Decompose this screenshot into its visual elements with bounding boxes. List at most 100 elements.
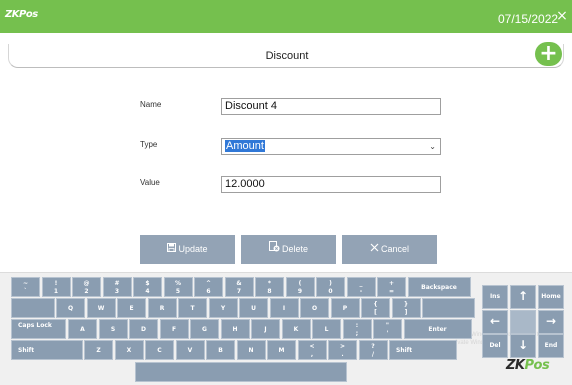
key-a[interactable]: A [68,319,97,339]
key-label: ; [355,330,359,337]
key--[interactable]: _ - [346,277,376,297]
key-0[interactable]: ) 0 [316,277,345,297]
key-j[interactable]: J [251,319,280,339]
key-shift-label: * [267,280,272,287]
key-label: J [264,326,267,333]
down-key[interactable]: ↓ [510,334,536,358]
key-punct-2[interactable]: <, [297,340,327,360]
key-e[interactable]: E [117,298,146,318]
ins-key[interactable]: Ins [482,285,508,309]
key-2[interactable]: @2 [72,277,101,297]
close-icon[interactable]: × [555,8,569,24]
key-i[interactable]: I [269,298,299,318]
key-label: 8 [267,288,272,295]
key-w[interactable]: W [86,298,116,318]
key-label: S [110,326,116,333]
key-f[interactable]: F [159,319,189,339]
key-punct-1[interactable]: " ' [373,319,402,339]
tab-key[interactable] [11,298,55,318]
key-shift-label: { [373,301,378,308]
key-6[interactable]: ^ 6 [194,277,223,297]
key-d[interactable]: D [129,319,158,339]
key-h[interactable]: H [220,319,250,339]
backslash-key[interactable] [422,298,475,318]
key-`[interactable]: ~ ` [11,277,40,297]
key-q[interactable]: Q [56,298,85,318]
key-9[interactable]: (9 [285,277,315,297]
key-label: P [342,305,348,312]
name-label: Name [140,100,162,109]
key-=[interactable]: + = [377,277,406,297]
key-7[interactable]: & 7 [224,277,254,297]
key-1[interactable]: ! 1 [41,277,71,297]
key-y[interactable]: Y [208,298,238,318]
backspace-key[interactable]: Backspace [407,277,471,297]
key-label: ] [404,309,408,316]
key-label: O [311,305,318,312]
del-key[interactable]: Del [482,334,508,358]
shift-right-key[interactable]: Shift [389,340,457,360]
key-5[interactable]: % 5 [163,277,193,297]
caps-lock-key[interactable]: Caps Lock [11,319,66,339]
key-label: . [341,351,344,358]
add-button[interactable]: + [535,42,562,66]
key-shift-label: $ [145,280,150,287]
key-label: F [171,326,177,333]
up-key[interactable]: ↑ [510,285,536,309]
key-8[interactable]: * 8 [255,277,284,297]
cancel-button[interactable]: Cancel [342,235,437,264]
key-4[interactable]: $4 [133,277,162,297]
key-label: N [248,347,254,354]
type-selected-value: Amount [225,140,265,152]
key-label: H [232,326,238,333]
update-button[interactable]: Update [140,235,235,264]
key-shift-label: # [114,280,120,287]
key-label: E [129,305,134,312]
key-x[interactable]: X [114,340,144,360]
key-o[interactable]: O [300,298,329,318]
brand-zk: ZK [506,358,525,373]
key-p[interactable]: P [330,298,360,318]
key-u[interactable]: U [239,298,268,318]
value-field[interactable]: 12.0000 [221,176,441,193]
key-r[interactable]: R [147,298,177,318]
key-g[interactable]: G [190,319,219,339]
key-label: M [278,347,285,354]
page-header: Discount [8,44,564,68]
key-v[interactable]: V [175,340,205,360]
page-title: Discount [265,50,309,62]
key-n[interactable]: N [236,340,266,360]
key-bracket-0[interactable]: {[ [361,298,390,318]
nav-center-key[interactable] [510,310,536,334]
delete-button[interactable]: Delete [241,235,336,264]
key-3[interactable]: #3 [102,277,132,297]
key-l[interactable]: L [312,319,341,339]
key-c[interactable]: C [145,340,174,360]
end-key[interactable]: End [538,334,564,358]
enter-key[interactable]: Enter [403,319,472,339]
key-shift-label: > [339,343,346,350]
caps-lock-label: Caps Lock [18,322,52,329]
key-shift-label: ) [329,280,332,287]
key-label: C [157,347,162,354]
type-select[interactable]: Amount ⌄ [221,138,441,155]
key-k[interactable]: K [281,319,311,339]
key-punct-0[interactable]: :; [342,319,372,339]
right-key[interactable]: → [538,310,564,334]
key-t[interactable]: T [178,298,207,318]
home-key[interactable]: Home [538,285,564,309]
key-punct-3[interactable]: >. [328,340,357,360]
space-key[interactable] [135,362,347,382]
key-b[interactable]: B [206,340,235,360]
key-label: Y [220,305,226,312]
key-s[interactable]: S [98,319,128,339]
key-label: [ [374,309,377,316]
left-key[interactable]: ← [482,310,508,334]
key-punct-4[interactable]: ? / [358,340,388,360]
key-label: Z [96,347,101,354]
key-m[interactable]: M [267,340,296,360]
shift-left-key[interactable]: Shift [11,340,83,360]
key-bracket-1[interactable]: }] [391,298,421,318]
name-field[interactable]: Discount 4 [221,98,441,115]
key-z[interactable]: Z [84,340,113,360]
